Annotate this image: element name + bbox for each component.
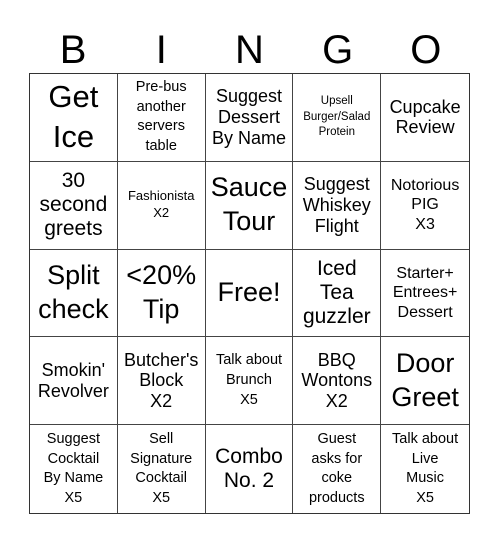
cell-label: Butcher's Block X2 [123,349,199,412]
cell-label: Get Ice [48,79,99,155]
cell-label: Starter+ Entrees+ Dessert [392,264,458,321]
bingo-cell[interactable]: Split check [30,249,118,338]
bingo-cell[interactable]: Sauce Tour [205,161,294,250]
cell-label: Smokin' Revolver [37,360,109,401]
cell-label: Combo No. 2 [215,444,283,493]
cell-label: Guest asks for coke products [308,430,365,506]
bingo-cell[interactable]: Combo No. 2 [206,425,294,513]
bingo-grid: Get Ice Pre-bus another servers table Sugg… [29,73,470,514]
header-letter-g: G [322,28,354,72]
cell-label: Notorious PIG X3 [390,176,460,233]
bingo-cell[interactable]: Smokin' Revolver [30,337,118,426]
cell-label: Iced Tea guzzler [302,256,371,329]
bingo-cell[interactable]: Suggest Whiskey Flight [293,161,382,250]
cell-label: Suggest Whiskey Flight [302,174,371,236]
bingo-cell[interactable]: Get Ice [30,74,118,162]
cell-label: <20% Tip [126,260,197,324]
bingo-cell[interactable]: Talk about Brunch X5 [205,337,294,426]
header-letter-b: B [59,28,87,72]
bingo-cell[interactable]: Talk about Live Music X5 [381,425,469,513]
cell-label: Talk about Brunch X5 [215,352,283,408]
bingo-cell[interactable]: Cupcake Review [381,74,469,162]
cell-label: Suggest Cocktail By Name X5 [43,430,104,506]
bingo-cell[interactable]: Door Greet [381,337,469,426]
bingo-cell[interactable]: Starter+ Entrees+ Dessert [381,250,469,338]
cell-label: Fashionista X2 [127,188,195,221]
cell-label: Talk about Live Music X5 [392,430,459,506]
free-space-cell[interactable]: Free! [205,249,294,338]
bingo-cell[interactable]: Notorious PIG X3 [381,162,469,250]
cell-label: BBQ Wontons X2 [301,349,373,412]
cell-label: Free! [217,277,281,308]
cell-label: Sell Signature Cocktail X5 [130,430,193,506]
bingo-cell[interactable]: Suggest Cocktail By Name X5 [30,425,118,513]
cell-label: Split check [38,260,109,324]
header-letter-i: I [155,28,167,72]
cell-label: Pre-bus another servers table [135,79,187,154]
cell-label: Upsell Burger/Salad Protein [303,95,371,139]
cell-label: Suggest Dessert By Name [211,86,286,148]
bingo-cell[interactable]: 30 second greets [30,161,118,250]
cell-label: Cupcake Review [389,96,461,138]
bingo-cell[interactable]: Sell Signature Cocktail X5 [118,425,206,513]
cell-label: Door Greet [391,348,459,412]
bingo-header: B I N G O [29,28,470,72]
bingo-cell[interactable]: Suggest Dessert By Name [205,74,294,162]
cell-label: 30 second greets [39,168,108,241]
bingo-cell[interactable]: Guest asks for coke products [293,425,382,513]
bingo-cell[interactable]: Iced Tea guzzler [293,249,382,338]
header-letter-o: O [410,28,442,72]
bingo-cell[interactable]: Fashionista X2 [117,161,206,250]
header-letter-n: N [235,28,264,72]
bingo-cell[interactable]: BBQ Wontons X2 [293,337,382,426]
bingo-cell[interactable]: Upsell Burger/Salad Protein [293,74,382,162]
bingo-cell[interactable]: Butcher's Block X2 [117,337,206,426]
bingo-cell[interactable]: Pre-bus another servers table [117,74,206,162]
cell-label: Sauce Tour [210,172,288,237]
bingo-cell[interactable]: <20% Tip [117,249,206,338]
